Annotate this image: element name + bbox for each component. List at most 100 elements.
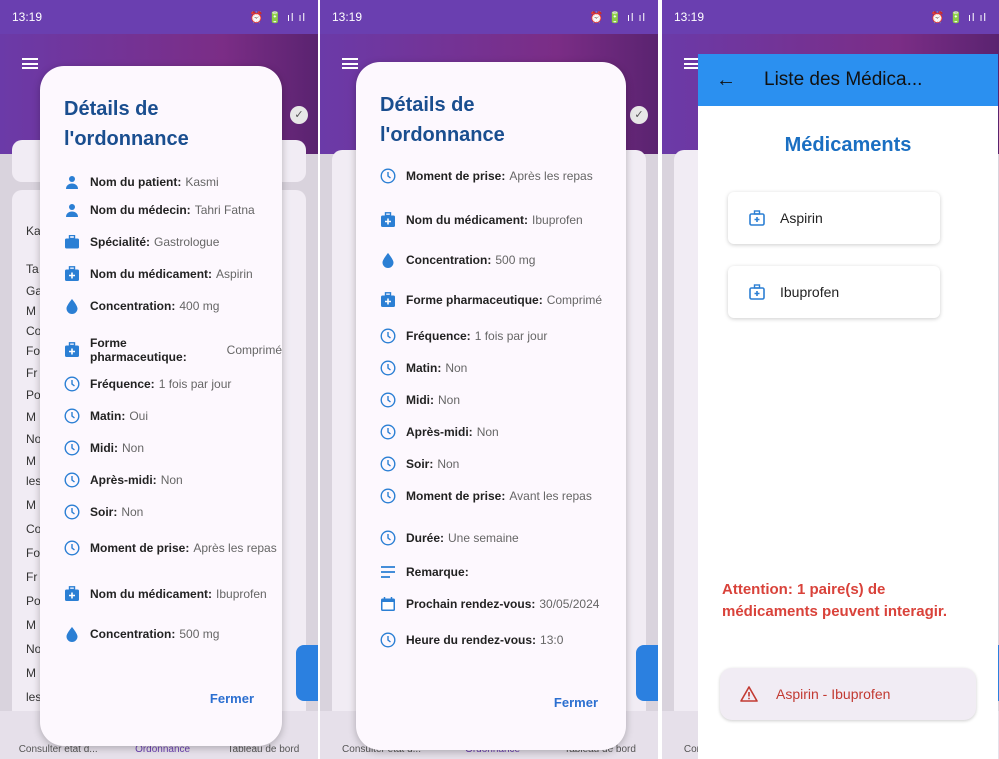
clock-icon [64, 408, 80, 424]
detail-row: Matin: Non [380, 360, 467, 376]
detail-label: Après-midi: [90, 473, 157, 487]
close-button[interactable]: Fermer [210, 691, 254, 706]
detail-label: Matin: [406, 361, 442, 375]
status-time: 13:19 [332, 10, 363, 24]
menu-icon[interactable] [22, 58, 38, 69]
medication-name: Ibuprofen [780, 284, 840, 300]
detail-row: Concentration: 400 mg [64, 298, 219, 314]
background-text-line: Po [26, 594, 41, 608]
status-time: 13:19 [674, 10, 705, 24]
detail-label: Concentration: [90, 299, 176, 313]
list-app-bar: ← Liste des Médica... [698, 54, 998, 106]
list-title: Liste des Médica... [764, 69, 923, 90]
detail-value: 400 mg [179, 299, 220, 313]
clock-icon [380, 424, 396, 440]
detail-label: Après-midi: [406, 425, 473, 439]
detail-row: Nom du médicament: Ibuprofen [64, 586, 267, 602]
clock-icon [380, 392, 396, 408]
detail-label: Nom du médicament: [406, 213, 529, 227]
detail-row: Midi: Non [64, 440, 144, 456]
screen-3: 13:19 ⏰ 🔋 ıl ıl ✓ Consulter état d... Or… [662, 0, 999, 759]
detail-label: Nom du médicament: [90, 267, 213, 281]
drop-icon [64, 626, 80, 642]
detail-row: Spécialité: Gastrologue [64, 234, 219, 250]
detail-label: Concentration: [90, 627, 176, 641]
medication-item[interactable]: Aspirin [728, 192, 940, 244]
detail-value: Oui [129, 409, 149, 423]
detail-label: Heure du rendez-vous: [406, 633, 537, 647]
detail-value: Non [122, 441, 145, 455]
floating-action-button[interactable] [296, 645, 318, 701]
clock-icon [64, 376, 80, 392]
interaction-warning: Attention: 1 paire(s) de médicaments peu… [722, 581, 948, 620]
detail-label: Nom du patient: [90, 175, 182, 189]
detail-value: Une semaine [448, 531, 519, 545]
detail-value: Avant les repas [509, 489, 592, 503]
medkit-icon [749, 210, 765, 226]
status-bar: 13:19 ⏰ 🔋 ıl ıl [0, 0, 318, 34]
detail-label: Moment de prise: [90, 541, 190, 555]
detail-value: 1 fois par jour [158, 377, 232, 391]
back-arrow-icon[interactable]: ← [716, 69, 736, 92]
detail-row: Soir: Non [380, 456, 459, 472]
prescription-dialog: Détails de l'ordonnance Moment de prise:… [356, 62, 626, 750]
detail-row: Moment de prise: Avant les repas [380, 488, 592, 504]
detail-label: Midi: [406, 393, 434, 407]
medkit-icon [64, 586, 80, 602]
detail-row: Nom du médicament: Aspirin [64, 266, 253, 282]
background-text-line: M [26, 666, 36, 680]
clock-icon [64, 504, 80, 520]
close-button[interactable]: Fermer [554, 695, 598, 710]
clock-icon [380, 632, 396, 648]
detail-label: Prochain rendez-vous: [406, 597, 536, 611]
detail-row: Soir: Non [64, 504, 143, 520]
detail-label: Durée: [406, 531, 445, 545]
detail-value: Après les repas [509, 169, 593, 183]
clock-icon [380, 168, 396, 184]
drop-icon [380, 252, 396, 268]
detail-label: Nom du médicament: [90, 587, 213, 601]
detail-row: Forme pharmaceutique: Comprimé [380, 292, 602, 308]
detail-value: Non [476, 425, 499, 439]
floating-action-button[interactable] [636, 645, 658, 701]
detail-value: Non [121, 505, 144, 519]
detail-row: Remarque: [380, 564, 473, 580]
detail-value: 500 mg [495, 253, 536, 267]
background-text-line: Fo [26, 546, 41, 560]
background-text-line: Ta [26, 262, 39, 276]
briefcase-icon [64, 234, 80, 250]
detail-value: Aspirin [216, 267, 253, 281]
background-text-line: M [26, 454, 36, 468]
detail-value: Non [438, 393, 461, 407]
detail-value: 30/05/2024 [539, 597, 600, 611]
detail-row: Après-midi: Non [380, 424, 499, 440]
detail-value: 1 fois par jour [474, 329, 548, 343]
medkit-icon [64, 266, 80, 282]
screen-2: 13:19 ⏰ 🔋 ıl ıl ✓ Consulter état d... Or… [320, 0, 658, 759]
detail-row: Moment de prise: Après les repas [64, 540, 277, 556]
medication-item[interactable]: Ibuprofen [728, 266, 940, 318]
menu-icon[interactable] [342, 58, 358, 69]
status-icons: ⏰ 🔋 ıl ıl [589, 11, 646, 24]
detail-row: Prochain rendez-vous: 30/05/2024 [380, 596, 599, 612]
medkit-icon [64, 342, 80, 358]
detail-value: Non [445, 361, 468, 375]
detail-value: 13:0 [540, 633, 564, 647]
check-icon[interactable]: ✓ [630, 106, 648, 124]
background-text-line: M [26, 618, 36, 632]
detail-label: Nom du médecin: [90, 203, 191, 217]
detail-row: Concentration: 500 mg [380, 252, 535, 268]
interaction-pair-label: Aspirin - Ibuprofen [776, 686, 891, 702]
interaction-pair[interactable]: Aspirin - Ibuprofen [720, 668, 976, 720]
check-icon[interactable]: ✓ [290, 106, 308, 124]
detail-value: Non [437, 457, 460, 471]
detail-row: Matin: Oui [64, 408, 148, 424]
clock-icon [380, 328, 396, 344]
clock-icon [64, 540, 80, 556]
detail-value: Ibuprofen [532, 213, 583, 227]
dialog-title: Détails de l'ordonnance [380, 94, 505, 146]
detail-value: Non [160, 473, 183, 487]
detail-label: Soir: [90, 505, 118, 519]
detail-row: Fréquence: 1 fois par jour [64, 376, 231, 392]
calendar-icon [380, 596, 396, 612]
